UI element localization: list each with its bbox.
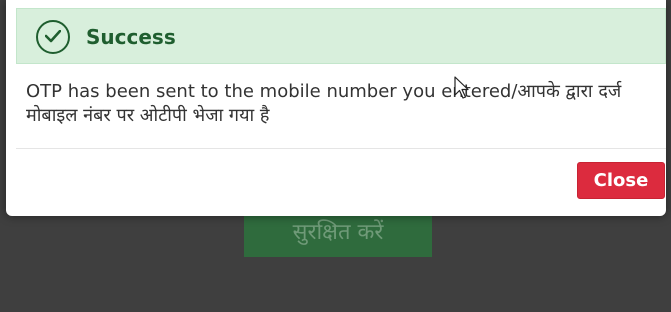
success-modal: Success OTP has been sent to the mobile …: [6, 0, 666, 216]
check-circle-icon: [36, 20, 70, 54]
modal-header: Success: [16, 8, 666, 64]
modal-title: Success: [86, 25, 176, 49]
save-button: सुरक्षित करें: [244, 209, 432, 257]
modal-message: OTP has been sent to the mobile number y…: [26, 81, 622, 126]
close-button[interactable]: Close: [577, 162, 665, 199]
mouse-pointer-icon: [454, 76, 469, 99]
modal-divider: [16, 148, 666, 149]
checkmark-icon: [45, 30, 61, 43]
